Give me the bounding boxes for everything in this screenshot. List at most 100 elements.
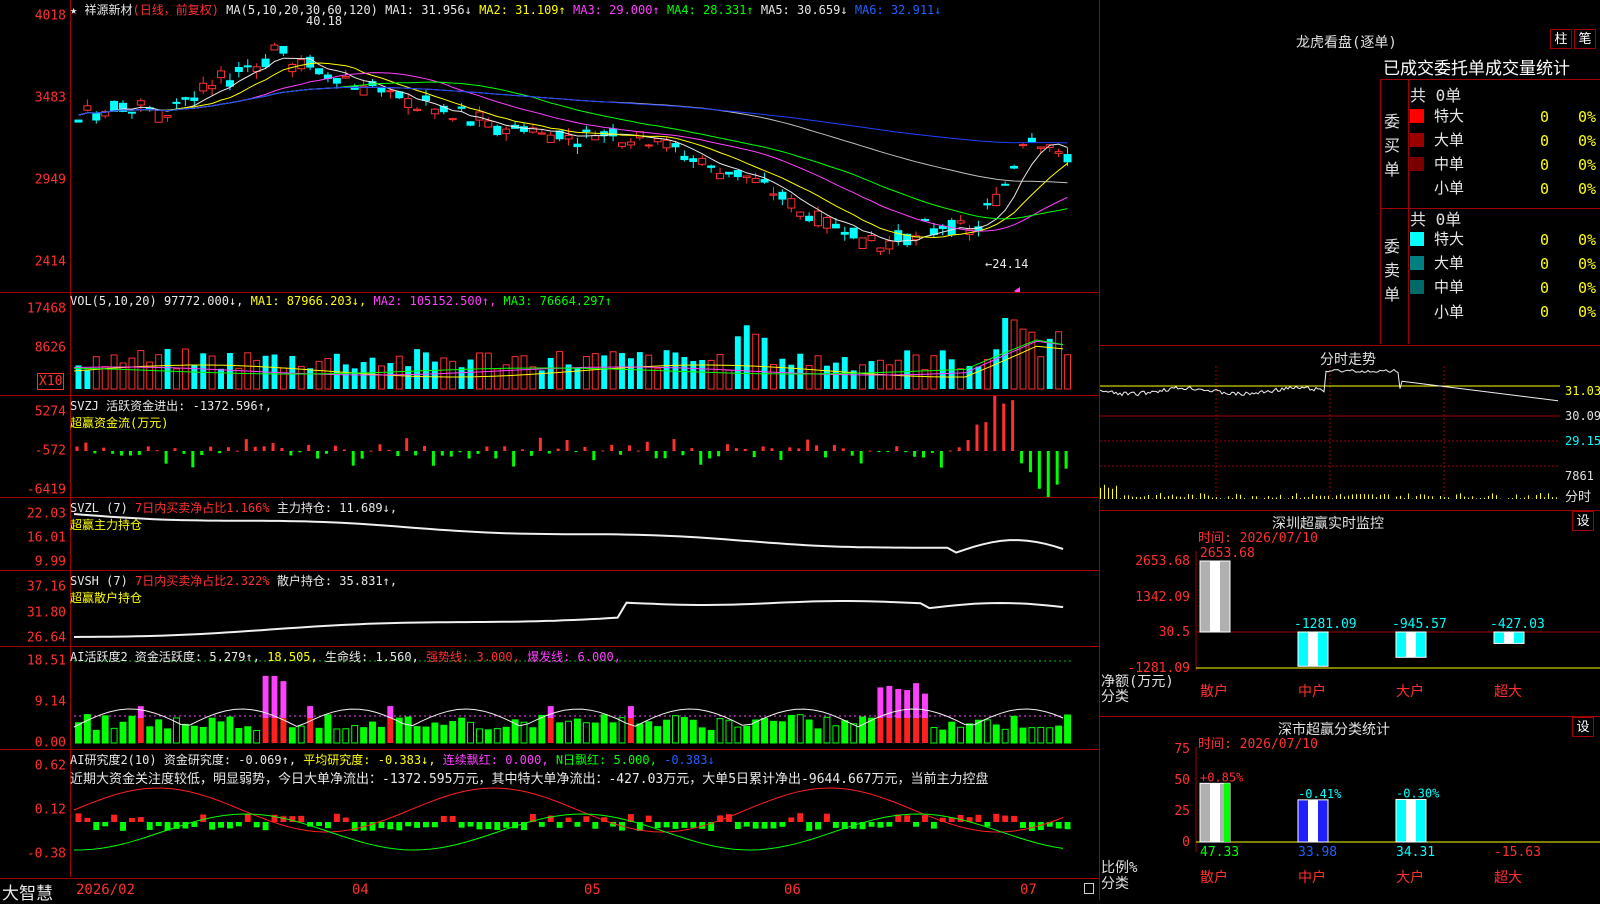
bar	[209, 822, 215, 830]
volume-bar	[1428, 496, 1429, 499]
bar	[200, 814, 206, 822]
svsh-subtitle: 超赢散户持仓	[70, 591, 142, 605]
bar	[254, 447, 257, 451]
candlestick-chart[interactable]	[0, 0, 1100, 292]
bar	[931, 728, 937, 743]
sz-monitor-panel[interactable]: 深圳超赢实时监控 设 时间: 2026/07/10 2653.681342.09…	[1100, 510, 1600, 706]
candle-body	[280, 46, 287, 53]
candle-body	[467, 122, 474, 125]
sell-percents: 0% 0% 0% 0%	[1578, 228, 1596, 324]
lifeline-value: 生命线: 1.560,	[325, 650, 419, 664]
bar	[530, 367, 536, 389]
candle-body	[877, 248, 884, 251]
category-label: 散户	[1200, 683, 1228, 700]
ma3-value: MA3: 29.000↑	[573, 3, 660, 17]
volume-bar	[1332, 498, 1333, 499]
bar-mode-button[interactable]: 柱	[1550, 29, 1572, 49]
volume-bar	[1472, 496, 1473, 499]
candle-body	[797, 212, 804, 216]
sell-row-super: 特大	[1410, 228, 1464, 250]
candle-body	[619, 143, 626, 146]
tick-mode-button[interactable]: 笔	[1574, 29, 1596, 49]
bar	[886, 365, 892, 389]
sz-class-panel[interactable]: 深市超赢分类统计 设 时间: 2026/07/10 755025047.33+0…	[1100, 716, 1600, 901]
bar	[93, 357, 99, 389]
volume-panel[interactable]: 17468 8626 X10 VOL(5,10,20) 97772.000↓, …	[0, 293, 1100, 396]
bar	[209, 718, 215, 743]
bar	[227, 717, 233, 743]
bar	[325, 715, 331, 743]
bar	[325, 822, 331, 828]
row-percent: 0%	[1578, 177, 1596, 201]
svzj-panel[interactable]: 5274 -572 -6419 SVZJ 活跃资金进出: -1372.596↑,…	[0, 396, 1100, 498]
bar	[423, 446, 426, 451]
svzl-panel[interactable]: 22.03 16.01 9.99 SVZL (7) 7日内买卖净占比1.166%…	[0, 498, 1100, 571]
intraday-chart[interactable]	[1100, 346, 1600, 511]
bar	[227, 353, 233, 389]
candle-body	[627, 142, 634, 145]
bar	[396, 356, 402, 389]
candle-body	[405, 99, 412, 108]
candle-body	[209, 86, 216, 89]
bar	[904, 690, 910, 718]
bar	[227, 447, 230, 451]
volume-chart[interactable]	[0, 293, 1100, 395]
bar	[503, 727, 509, 743]
svzl-holding: 主力持仓: 11.689↓,	[277, 501, 397, 515]
volume-bar	[1388, 494, 1389, 499]
volume-bar	[1444, 497, 1445, 499]
volume-bar	[1268, 496, 1269, 499]
bar	[218, 369, 224, 389]
bar	[272, 718, 278, 743]
volume-bar	[1216, 497, 1217, 499]
kline-panel[interactable]: 4018 3483 2949 2414 ★ 祥源新材(日线，前复权) MA(5,…	[0, 0, 1100, 293]
bar	[762, 338, 768, 389]
volume-bar	[1420, 494, 1421, 499]
vol-ma2: MA2: 105152.500↑,	[373, 294, 496, 308]
ma1-value: MA1: 31.956↓	[385, 3, 472, 17]
volume-bar	[1244, 498, 1245, 499]
ai-research-panel[interactable]: 0.62 0.12 -0.38 AI研究度2(10) 资金研究度: -0.069…	[0, 750, 1100, 877]
period-label[interactable]: (日线，前复权)	[132, 3, 218, 17]
row-value: 0	[1540, 177, 1549, 201]
candle-body	[387, 91, 394, 92]
ai-activity-panel[interactable]: 18.51 9.14 0.00 AI活跃度2 资金活跃度: 5.279↑, 18…	[0, 647, 1100, 750]
bar	[1038, 357, 1044, 389]
svsh-panel[interactable]: 37.16 31.80 26.64 SVSH (7) 7日内买卖净占比2.322…	[0, 571, 1100, 647]
bar	[414, 349, 420, 389]
bar	[904, 815, 910, 822]
volume-bar	[1232, 498, 1233, 499]
bar	[129, 451, 132, 456]
candle-body	[708, 166, 715, 167]
star-icon[interactable]: ★	[70, 3, 77, 17]
bar	[735, 448, 738, 451]
bar	[1065, 355, 1071, 389]
ratio-chart[interactable]: 755025047.33+0.85%散户33.98-0.41%中户34.31-0…	[1100, 717, 1600, 901]
y-tick: 50	[1174, 773, 1190, 788]
bar	[1029, 451, 1032, 472]
lock-icon[interactable]	[1084, 883, 1094, 894]
bar	[753, 451, 756, 457]
bar	[975, 367, 981, 389]
bar	[272, 443, 275, 451]
volume-bar	[1128, 495, 1129, 499]
bar	[984, 720, 990, 743]
volume-bar	[1200, 493, 1201, 499]
net-amount-chart[interactable]: 2653.681342.0930.5-1281.092653.68散户-1281…	[1100, 511, 1600, 706]
bar	[254, 822, 260, 827]
bar	[289, 728, 295, 743]
price-tick: 31.03	[1565, 384, 1600, 398]
bar	[797, 715, 803, 743]
candle-body	[316, 69, 323, 74]
bar	[797, 813, 803, 822]
candle-body	[449, 119, 456, 120]
app-logo[interactable]: 大智慧	[2, 879, 53, 904]
bar	[263, 676, 269, 718]
bar	[191, 726, 197, 743]
value-label: -15.63	[1494, 845, 1541, 860]
value-bar-highlight	[1504, 632, 1514, 643]
color-swatch	[1410, 280, 1424, 294]
volume-bar	[1108, 488, 1109, 499]
intraday-panel[interactable]: 分时走势 31.03 30.09 29.15 7861 分时	[1100, 345, 1600, 511]
color-swatch	[1410, 181, 1424, 195]
